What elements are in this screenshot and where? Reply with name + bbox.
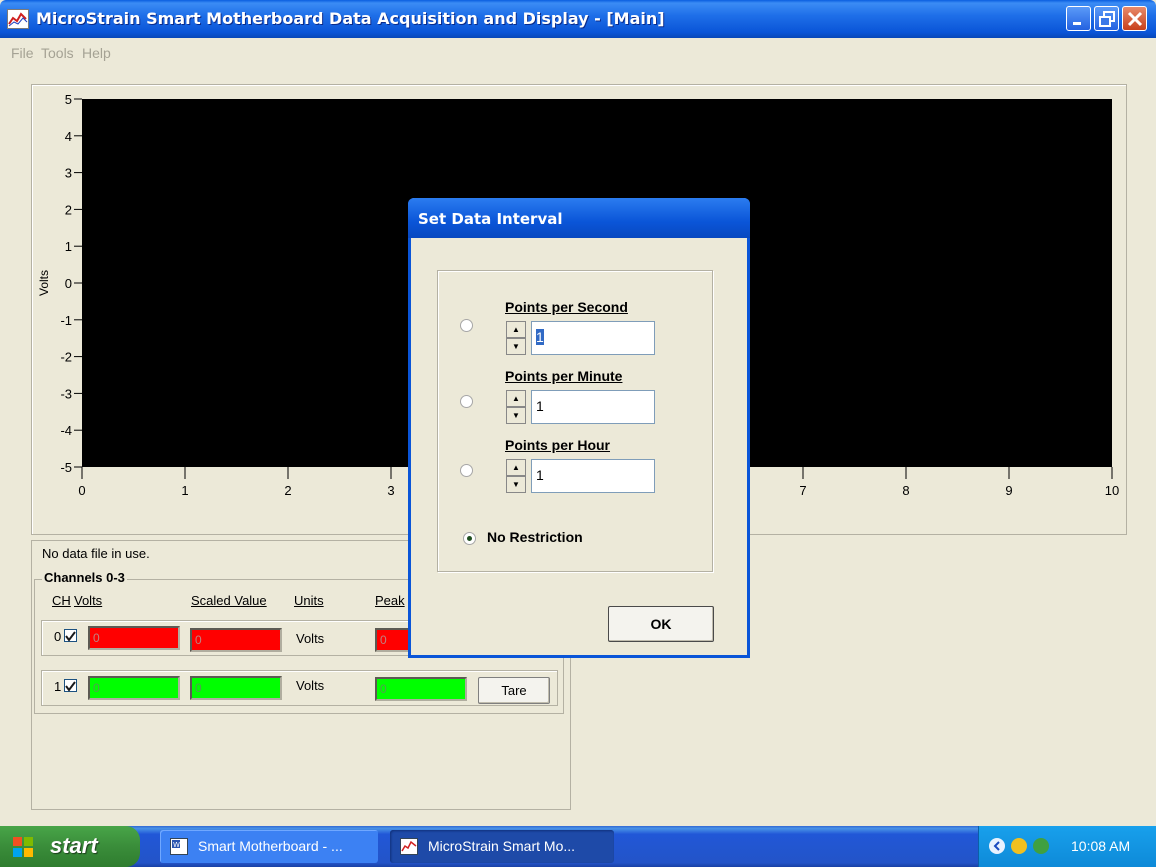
restore-icon [1099, 11, 1115, 27]
checkmark-icon [65, 631, 76, 642]
spin-down-icon[interactable]: ▼ [506, 476, 526, 493]
points-per-second-radio[interactable] [460, 319, 473, 332]
x-tick-label: 3 [387, 483, 394, 498]
checkmark-icon [65, 681, 76, 692]
minimize-icon [1073, 22, 1081, 25]
title-bar[interactable]: MicroStrain Smart Motherboard Data Acqui… [0, 0, 1156, 38]
spin-down-icon[interactable]: ▼ [506, 338, 526, 355]
x-tick-label: 1 [181, 483, 188, 498]
header-scaled-value: Scaled Value [191, 593, 267, 608]
points-per-hour-input[interactable]: 1 [531, 459, 655, 493]
points-per-minute-input[interactable]: 1 [531, 390, 655, 424]
taskbar-item-microstrain[interactable]: MicroStrain Smart Mo... [390, 830, 614, 863]
y-tick-label: -3 [60, 386, 72, 401]
y-tick-label: -1 [60, 313, 72, 328]
points-per-hour-radio[interactable] [460, 464, 473, 477]
channel-0-units: Volts [296, 631, 325, 646]
dialog-title-bar[interactable]: Set Data Interval [408, 198, 750, 238]
points-per-minute-label: Points per Minute [505, 368, 623, 384]
spin-up-icon[interactable]: ▲ [506, 321, 526, 338]
header-ch: CH [52, 593, 71, 608]
y-tick-label: 5 [65, 92, 72, 107]
tray-messenger-icon[interactable] [1011, 838, 1027, 854]
start-button[interactable]: start [0, 826, 140, 867]
channel-0-scaled-value: 0 [190, 628, 282, 652]
channels-group-title: Channels 0-3 [42, 570, 127, 585]
y-tick-label: -4 [60, 423, 72, 438]
svg-text:W: W [173, 841, 180, 849]
start-label: start [50, 833, 98, 858]
data-file-status: No data file in use. [42, 546, 150, 561]
taskbar: start W Smart Motherboard - ... MicroStr… [0, 826, 1156, 867]
ok-button[interactable]: OK [608, 606, 714, 642]
spin-down-icon[interactable]: ▼ [506, 407, 526, 424]
no-restriction-label: No Restriction [487, 529, 583, 545]
no-restriction-radio[interactable] [463, 532, 476, 545]
channel-1-units: Volts [296, 678, 325, 693]
tare-button[interactable]: Tare [478, 677, 550, 704]
channel-1-scaled-value: 0 [190, 676, 282, 700]
channel-0-checkbox[interactable] [64, 629, 77, 642]
menu-bar: File Tools Help [0, 40, 1156, 66]
channel-number: 0 [54, 629, 62, 644]
header-peak: Peak [375, 593, 405, 608]
y-tick-label: -2 [60, 350, 72, 365]
spin-up-icon[interactable]: ▲ [506, 459, 526, 476]
window-title: MicroStrain Smart Motherboard Data Acqui… [36, 9, 665, 28]
points-per-minute-spinner[interactable]: ▲ ▼ [506, 390, 526, 424]
points-per-second-spinner[interactable]: ▲ ▼ [506, 321, 526, 355]
channel-1-peak: 0 [375, 677, 467, 701]
spin-up-icon[interactable]: ▲ [506, 390, 526, 407]
y-tick-label: 0 [65, 276, 72, 291]
channel-number: 1 [54, 679, 62, 694]
x-tick-label: 2 [284, 483, 291, 498]
taskbar-item-word[interactable]: W Smart Motherboard - ... [160, 830, 378, 863]
close-icon [1127, 11, 1143, 27]
taskbar-item-label: MicroStrain Smart Mo... [428, 838, 576, 854]
points-per-hour-label: Points per Hour [505, 437, 611, 453]
y-tick-label: 4 [65, 129, 72, 144]
channel-0-volts: 0 [88, 626, 180, 650]
x-tick-label: 9 [1005, 483, 1012, 498]
taskbar-item-label: Smart Motherboard - ... [198, 838, 343, 854]
windows-flag-icon [13, 837, 33, 857]
x-tick-label: 0 [78, 483, 85, 498]
header-units: Units [294, 593, 324, 608]
system-tray: 10:08 AM [978, 826, 1156, 867]
tray-expand-icon[interactable] [989, 838, 1005, 854]
menu-help[interactable]: Help [82, 45, 111, 61]
menu-file[interactable]: File [11, 45, 34, 61]
points-per-hour-spinner[interactable]: ▲ ▼ [506, 459, 526, 493]
x-tick-label: 10 [1105, 483, 1119, 498]
header-volts: Volts [74, 593, 103, 608]
points-per-second-label: Points per Second [505, 299, 628, 315]
y-tick-label: 2 [65, 202, 72, 217]
x-tick-label: 7 [799, 483, 806, 498]
restore-button[interactable] [1094, 6, 1119, 31]
minimize-button[interactable] [1066, 6, 1091, 31]
points-per-second-input[interactable]: 1 [531, 321, 655, 355]
app-chart-icon [7, 9, 29, 29]
channel-1-volts: 0 [88, 676, 180, 700]
tray-user-icon[interactable] [1033, 838, 1049, 854]
channel-1-checkbox[interactable] [64, 679, 77, 692]
close-button[interactable] [1122, 6, 1147, 31]
x-tick-label: 8 [902, 483, 909, 498]
y-axis-label: Volts [37, 270, 51, 296]
y-tick-label: -5 [60, 460, 72, 475]
clock: 10:08 AM [1071, 838, 1131, 854]
menu-tools[interactable]: Tools [41, 45, 74, 61]
word-document-icon: W [170, 838, 188, 855]
app-chart-icon [400, 838, 418, 855]
set-data-interval-dialog: Set Data Interval Points per Second ▲ ▼ … [408, 198, 750, 658]
points-per-minute-radio[interactable] [460, 395, 473, 408]
dialog-title: Set Data Interval [418, 210, 563, 228]
y-tick-label: 1 [65, 239, 72, 254]
y-tick-label: 3 [65, 166, 72, 181]
